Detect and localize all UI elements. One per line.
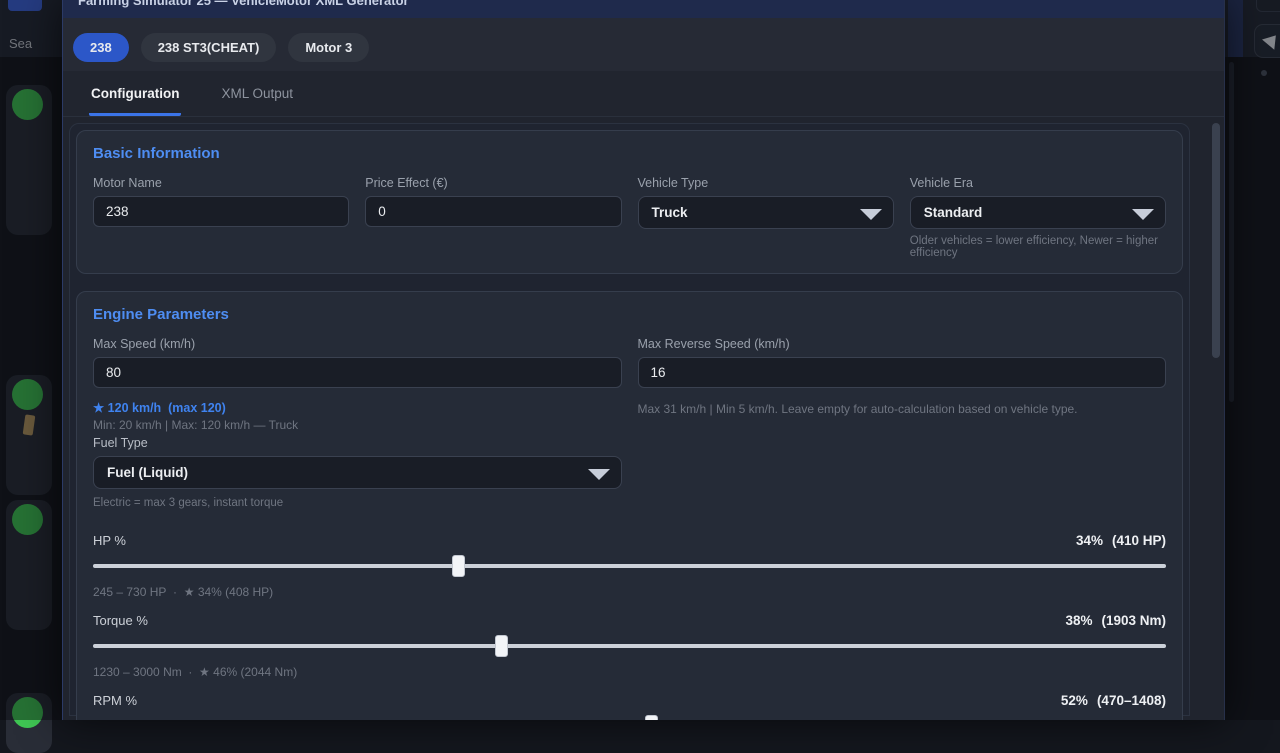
vehicle-type-value: Truck [652,205,688,220]
hp-percent-slider[interactable] [93,555,1166,577]
hp-percent-pct: 34% [1076,533,1103,548]
configuration-scroll-area: Basic Information Motor Name Price Effec… [69,123,1190,716]
dialog-titlebar: Farming Simulator 25 — VehicleMotor XML … [63,0,1224,18]
motor-tab-bar: 238 238 ST3(CHEAT) Motor 3 [63,18,1224,71]
view-tab-bar: Configuration XML Output [63,71,1224,117]
vehicle-era-value: Standard [924,205,983,220]
engine-sliders: HP % 34% (410 HP) 245 – 730 HP · ★ 34% (4… [93,533,1166,720]
rpm-percent-slider-block: RPM % 52%(470–1408) 550 – 2200 RPM · ★ 5… [93,693,1166,720]
vehiclemotor-generator-dialog: Farming Simulator 25 — VehicleMotor XML … [62,0,1225,720]
torque-percent-pct: 38% [1065,613,1092,628]
engine-speed-grid: Max Speed (km/h) ★ 120 km/h (max 120) Mi… [93,337,1166,509]
vehicle-type-field-group: Vehicle Type Truck [638,176,894,259]
max-speed-input[interactable] [93,357,622,388]
chevron-down-icon [860,209,882,220]
engine-parameters-heading: Engine Parameters [93,306,1166,323]
torque-percent-detail: (1903 Nm) [1101,613,1166,628]
tab-xml-output[interactable]: XML Output [219,71,295,116]
rpm-percent-head: RPM % 52% (470–1408) [93,693,1166,708]
hp-percent-label: HP % [93,533,126,548]
rpm-percent-label: RPM % [93,693,137,708]
torque-percent-label: Torque % [93,613,148,628]
max-speed-recommended-hint: ★ 120 km/h (max 120) [93,400,622,415]
fuel-type-hint: Electric = max 3 gears, instant torque [93,497,622,509]
torque-percent-head: Torque % 38% (1903 Nm) [93,613,1166,628]
torque-percent-slider[interactable] [93,635,1166,657]
vehicle-type-label: Vehicle Type [638,176,894,190]
basic-information-grid: Motor Name Price Effect (€) Vehicle Type… [93,176,1166,259]
slider-track [93,564,1166,568]
rpm-percent-value: 52% (470–1408) [1061,693,1166,708]
motor-tab-motor-3[interactable]: Motor 3 [288,33,369,62]
hp-percent-head: HP % 34% (410 HP) [93,533,1166,548]
motor-tab-238-st3-cheat[interactable]: 238 ST3(CHEAT) [141,33,277,62]
price-effect-input[interactable] [365,196,621,227]
torque-percent-value: 38% (1903 Nm) [1065,613,1166,628]
motor-name-label: Motor Name [93,176,349,190]
motor-name-input[interactable] [93,196,349,227]
max-speed-range-hint: Min: 20 km/h | Max: 120 km/h — Truck [93,418,622,432]
chevron-down-icon [588,469,610,480]
torque-percent-slider-block: Torque % 38% (1903 Nm) 1230 – 3000 Nm · ★… [93,613,1166,679]
hp-percent-hint: 245 – 730 HP · ★ 34% (408 HP) [93,585,1166,599]
motor-name-field-group: Motor Name [93,176,349,259]
vehicle-era-field-group: Vehicle Era Standard Older vehicles = lo… [910,176,1166,259]
price-effect-label: Price Effect (€) [365,176,621,190]
max-reverse-input[interactable] [638,357,1167,388]
chevron-down-icon [1132,209,1154,220]
fuel-type-label: Fuel Type [93,436,622,450]
motor-tab-238[interactable]: 238 [73,33,129,62]
vehicle-type-select[interactable]: Truck [638,196,894,229]
price-effect-field-group: Price Effect (€) [365,176,621,259]
fuel-type-select[interactable]: Fuel (Liquid) [93,456,622,489]
dialog-scrollbar-thumb[interactable] [1212,123,1220,358]
torque-percent-hint: 1230 – 3000 Nm · ★ 46% (2044 Nm) [93,665,1166,679]
slider-handle[interactable] [645,715,658,720]
hp-percent-value: 34% (410 HP) [1076,533,1166,548]
vehicle-era-select[interactable]: Standard [910,196,1166,229]
max-speed-label: Max Speed (km/h) [93,337,622,351]
engine-parameters-panel: Engine Parameters Max Speed (km/h) ★ 120… [76,291,1183,720]
rpm-percent-pct: 52% [1061,693,1088,708]
rpm-percent-slider[interactable] [93,715,1166,720]
rpm-percent-detail: (470–1408) [1097,693,1166,708]
configuration-content: Basic Information Motor Name Price Effec… [63,117,1224,716]
max-speed-field-group: Max Speed (km/h) ★ 120 km/h (max 120) Mi… [93,337,622,509]
tab-configuration[interactable]: Configuration [89,71,181,116]
slider-handle[interactable] [452,555,465,577]
vehicle-era-label: Vehicle Era [910,176,1166,190]
hp-percent-detail: (410 HP) [1112,533,1166,548]
basic-information-heading: Basic Information [93,145,1166,162]
hp-percent-slider-block: HP % 34% (410 HP) 245 – 730 HP · ★ 34% (4… [93,533,1166,599]
dialog-title: Farming Simulator 25 — VehicleMotor XML … [78,0,1224,10]
basic-information-panel: Basic Information Motor Name Price Effec… [76,130,1183,274]
slider-track [93,644,1166,648]
max-reverse-hint: Max 31 km/h | Min 5 km/h. Leave empty fo… [638,402,1167,416]
max-reverse-field-group: Max Reverse Speed (km/h) Max 31 km/h | M… [638,337,1167,509]
max-reverse-label: Max Reverse Speed (km/h) [638,337,1167,351]
vehicle-era-hint: Older vehicles = lower efficiency, Newer… [910,235,1166,259]
fuel-type-value: Fuel (Liquid) [107,465,188,480]
slider-handle[interactable] [495,635,508,657]
